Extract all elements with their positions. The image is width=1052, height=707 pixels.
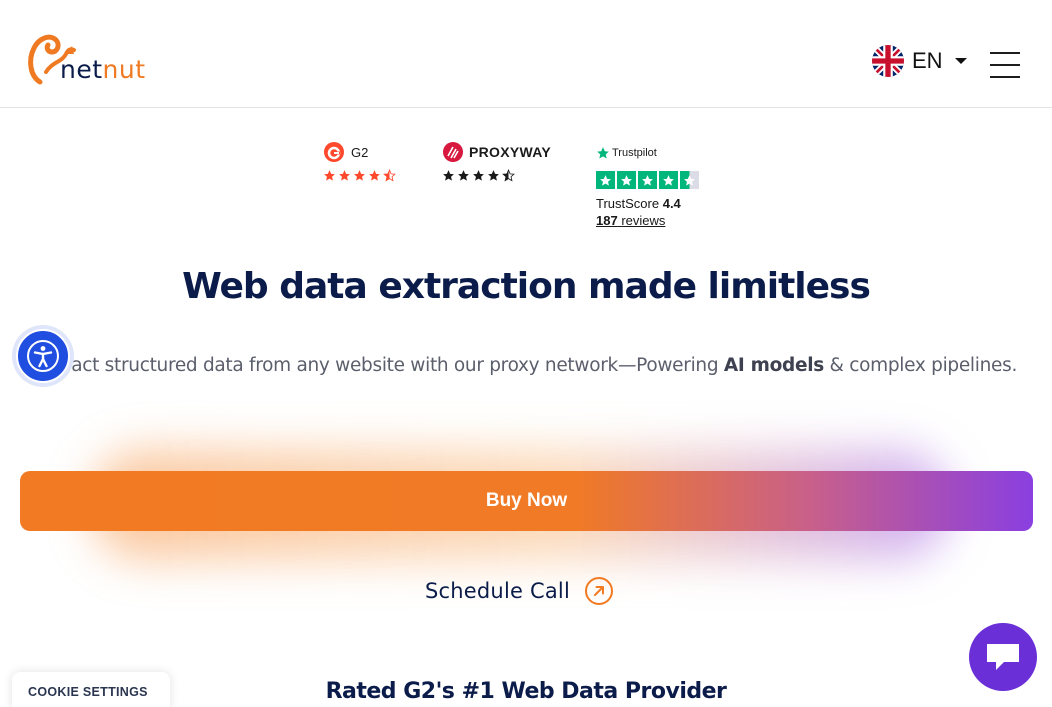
trustpilot-stars	[596, 171, 699, 189]
buy-now-label: Buy Now	[485, 490, 568, 511]
trustpilot-name: Trustpilot	[612, 147, 657, 159]
ratings-row: G2 PROXYWAY Trustpilot TrustScore 4.4 18…	[0, 140, 1052, 240]
hero-subtitle: Extract structured data from any website…	[0, 355, 1052, 376]
hero-subtitle-post: & complex pipelines.	[823, 355, 1018, 376]
g2-name: G2	[351, 144, 369, 160]
logo-text-net: net	[60, 55, 103, 84]
star-icon	[354, 170, 365, 181]
trustpilot-star-icon	[597, 147, 609, 159]
schedule-call-link[interactable]: Schedule Call	[425, 574, 614, 608]
chat-bubble-icon	[987, 644, 1019, 670]
cookie-settings-button[interactable]: COOKIE SETTINGS	[12, 672, 170, 707]
proxyway-logo-icon	[443, 142, 463, 162]
star-icon	[324, 170, 335, 181]
chat-button[interactable]	[969, 623, 1037, 691]
star-icon	[458, 170, 469, 181]
uk-flag-icon	[872, 45, 904, 77]
schedule-call-label: Schedule Call	[425, 579, 570, 603]
logo-text-nut: nut	[102, 55, 146, 84]
reviews-link[interactable]: 187 reviews	[596, 213, 699, 228]
hero-subtitle-bold: AI models	[723, 355, 824, 376]
trustscore: TrustScore 4.4	[596, 196, 699, 211]
reviews-label: reviews	[621, 213, 666, 228]
proxyway-rating[interactable]: PROXYWAY	[442, 140, 551, 182]
cookie-settings-label: COOKIE SETTINGS	[28, 685, 148, 699]
g2-rating[interactable]: G2	[323, 140, 396, 182]
star-icon	[488, 170, 499, 181]
star-icon	[617, 171, 636, 189]
half-star-icon	[680, 171, 699, 189]
proxyway-stars	[442, 169, 551, 182]
star-icon	[596, 171, 615, 189]
buy-now-button[interactable]: Buy Now	[20, 471, 1033, 531]
star-icon	[473, 170, 484, 181]
accessibility-button[interactable]	[12, 325, 74, 387]
hero-subtitle-pre: Extract structured data from any website…	[34, 355, 724, 376]
star-icon	[638, 171, 657, 189]
accessibility-icon	[27, 340, 59, 372]
netnut-logo[interactable]: netnut	[26, 32, 156, 88]
g2-stars	[323, 169, 396, 182]
trustscore-value: 4.4	[662, 196, 681, 211]
half-star-icon	[383, 169, 396, 182]
site-header: netnut EN	[0, 0, 1052, 108]
reviews-count: 187	[596, 213, 618, 228]
chevron-down-icon	[954, 58, 967, 64]
half-star-icon	[502, 169, 515, 182]
star-icon	[443, 170, 454, 181]
g2-logo-icon	[324, 142, 344, 162]
trustpilot-rating[interactable]: Trustpilot TrustScore 4.4 187 reviews	[596, 144, 699, 228]
star-icon	[339, 170, 350, 181]
trustscore-label: TrustScore	[596, 196, 660, 211]
language-code: EN	[912, 48, 943, 73]
hamburger-menu-icon[interactable]	[990, 52, 1020, 80]
star-icon	[659, 171, 678, 189]
hero-title: Web data extraction made limitless	[182, 266, 871, 307]
language-selector[interactable]: EN	[872, 44, 967, 78]
arrow-up-right-icon	[584, 577, 613, 605]
star-icon	[369, 170, 380, 181]
proxyway-name: PROXYWAY	[469, 144, 552, 160]
